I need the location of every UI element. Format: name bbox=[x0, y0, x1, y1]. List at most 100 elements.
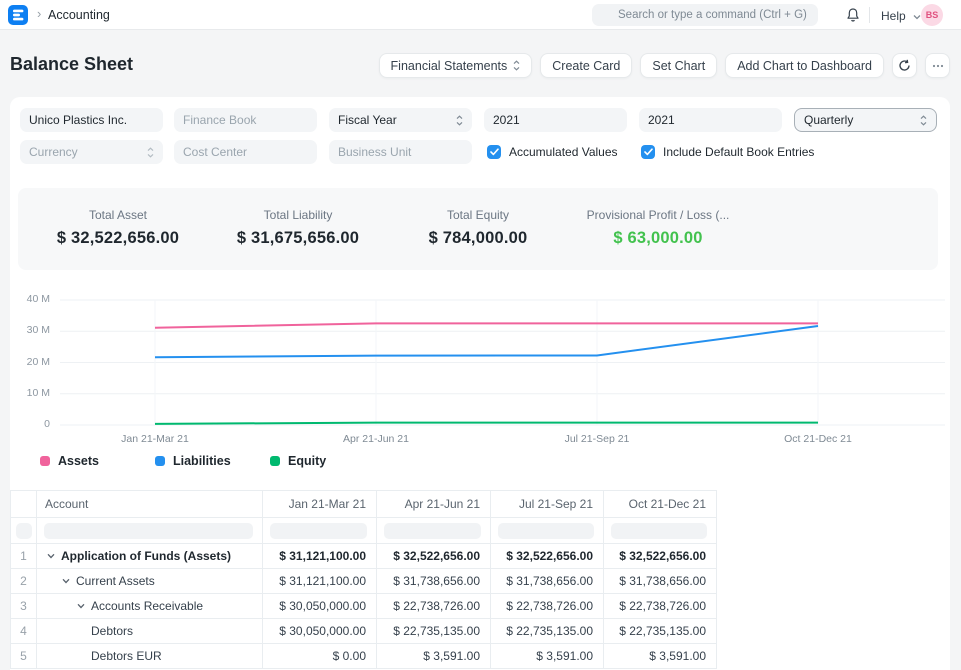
account-cell: Debtors EUR bbox=[37, 644, 263, 669]
period-basis-select[interactable]: Fiscal Year bbox=[329, 108, 472, 132]
table-row[interactable]: 3 Accounts Receivable $ 30,050,000.00 $ … bbox=[11, 594, 717, 619]
account-name: Application of Funds (Assets) bbox=[61, 549, 231, 563]
user-avatar[interactable]: BS bbox=[921, 4, 943, 26]
account-cell: Current Assets bbox=[37, 569, 263, 594]
value-cell: $ 31,121,100.00 bbox=[263, 569, 377, 594]
breadcrumb-chevron-icon: › bbox=[37, 6, 41, 21]
period-basis-value: Fiscal Year bbox=[338, 113, 456, 127]
legend-liabilities: Liabilities bbox=[155, 454, 231, 468]
value-cell: $ 22,735,135.00 bbox=[491, 619, 604, 644]
summary-total-asset: Total Asset $ 32,522,656.00 bbox=[28, 208, 208, 248]
account-cell: Application of Funds (Assets) bbox=[37, 544, 263, 569]
accumulated-values-checkbox[interactable]: Accumulated Values bbox=[487, 145, 618, 159]
select-arrows-icon bbox=[456, 115, 463, 126]
finance-book-filter[interactable] bbox=[174, 108, 317, 132]
financial-statements-select[interactable]: Financial Statements bbox=[379, 53, 533, 78]
account-name: Debtors EUR bbox=[91, 649, 162, 663]
financial-statements-label: Financial Statements bbox=[391, 59, 508, 73]
column-filter-input[interactable] bbox=[270, 523, 367, 539]
start-year-input[interactable] bbox=[493, 113, 618, 127]
summary-label: Total Liability bbox=[208, 208, 388, 222]
summary-value: $ 63,000.00 bbox=[568, 229, 748, 248]
summary-strip: Total Asset $ 32,522,656.00 Total Liabil… bbox=[18, 188, 938, 270]
value-cell: $ 0.00 bbox=[263, 644, 377, 669]
summary-value: $ 32,522,656.00 bbox=[28, 229, 208, 248]
end-year-filter[interactable] bbox=[639, 108, 782, 132]
cost-center-filter[interactable] bbox=[174, 140, 317, 164]
refresh-icon bbox=[898, 59, 911, 72]
value-cell: $ 22,735,135.00 bbox=[377, 619, 491, 644]
summary-value: $ 784,000.00 bbox=[388, 229, 568, 248]
chevron-down-icon bbox=[913, 14, 921, 20]
notifications-bell-icon[interactable] bbox=[845, 7, 861, 28]
include-default-book-entries-checkbox[interactable]: Include Default Book Entries bbox=[641, 145, 814, 159]
end-year-input[interactable] bbox=[648, 113, 773, 127]
column-header-q4[interactable]: Oct 21-Dec 21 bbox=[604, 491, 717, 518]
breadcrumb[interactable]: Accounting bbox=[48, 8, 110, 22]
column-header-q1[interactable]: Jan 21-Mar 21 bbox=[263, 491, 377, 518]
navbar-divider bbox=[869, 7, 870, 23]
column-filter-input[interactable] bbox=[384, 523, 481, 539]
add-chart-to-dashboard-button[interactable]: Add Chart to Dashboard bbox=[725, 53, 884, 78]
table-row[interactable]: 1 Application of Funds (Assets) $ 31,121… bbox=[11, 544, 717, 569]
summary-value: $ 31,675,656.00 bbox=[208, 229, 388, 248]
column-filter-input[interactable] bbox=[611, 523, 707, 539]
x-axis-tick: Jan 21-Mar 21 bbox=[75, 433, 235, 445]
value-cell: $ 30,050,000.00 bbox=[263, 594, 377, 619]
start-year-filter[interactable] bbox=[484, 108, 627, 132]
search-input[interactable] bbox=[592, 4, 818, 26]
finance-book-input[interactable] bbox=[183, 113, 308, 127]
table-row[interactable]: 2 Current Assets $ 31,121,100.00 $ 31,73… bbox=[11, 569, 717, 594]
table-row[interactable]: 4 Debtors $ 30,050,000.00 $ 22,735,135.0… bbox=[11, 619, 717, 644]
business-unit-filter[interactable] bbox=[329, 140, 472, 164]
value-cell: $ 3,591.00 bbox=[491, 644, 604, 669]
row-number: 2 bbox=[11, 569, 37, 594]
select-arrows-icon bbox=[920, 115, 927, 126]
help-menu[interactable]: Help bbox=[881, 9, 921, 23]
column-filter-input[interactable] bbox=[44, 523, 253, 539]
summary-provisional-profit: Provisional Profit / Loss (... $ 63,000.… bbox=[568, 208, 748, 248]
value-cell: $ 31,738,656.00 bbox=[491, 569, 604, 594]
column-filter-input[interactable] bbox=[498, 523, 594, 539]
cost-center-input[interactable] bbox=[183, 145, 308, 159]
collapse-chevron-icon[interactable] bbox=[47, 553, 55, 559]
filter-cell bbox=[377, 518, 491, 544]
balance-sheet-line-chart bbox=[10, 292, 950, 437]
collapse-chevron-icon[interactable] bbox=[77, 603, 85, 609]
report-card: Fiscal Year Quarterly Currency Ac bbox=[10, 97, 950, 670]
company-filter[interactable] bbox=[20, 108, 163, 132]
table-row[interactable]: 5 Debtors EUR $ 0.00 $ 3,591.00 $ 3,591.… bbox=[11, 644, 717, 669]
refresh-button[interactable] bbox=[892, 53, 917, 78]
periodicity-value: Quarterly bbox=[804, 113, 920, 127]
avatar-initials: BS bbox=[926, 10, 939, 20]
x-axis-tick: Apr 21-Jun 21 bbox=[296, 433, 456, 445]
value-cell: $ 31,738,656.00 bbox=[604, 569, 717, 594]
value-cell: $ 30,050,000.00 bbox=[263, 619, 377, 644]
checkbox-checked-icon bbox=[641, 145, 655, 159]
account-cell: Accounts Receivable bbox=[37, 594, 263, 619]
filter-cell bbox=[11, 518, 37, 544]
periodicity-select[interactable]: Quarterly bbox=[794, 108, 937, 132]
x-axis-tick: Jul 21-Sep 21 bbox=[517, 433, 677, 445]
set-chart-button[interactable]: Set Chart bbox=[640, 53, 717, 78]
collapse-chevron-icon[interactable] bbox=[62, 578, 70, 584]
business-unit-input[interactable] bbox=[338, 145, 463, 159]
value-cell: $ 31,121,100.00 bbox=[263, 544, 377, 569]
column-filter-input[interactable] bbox=[16, 523, 32, 539]
column-header-account[interactable]: Account bbox=[37, 491, 263, 518]
currency-select[interactable]: Currency bbox=[20, 140, 163, 164]
row-number: 1 bbox=[11, 544, 37, 569]
filter-cell bbox=[491, 518, 604, 544]
menu-ellipsis-button[interactable] bbox=[925, 53, 950, 78]
accumulated-values-label: Accumulated Values bbox=[509, 145, 618, 159]
summary-label: Provisional Profit / Loss (... bbox=[568, 208, 748, 222]
app-logo-icon[interactable] bbox=[8, 5, 28, 25]
value-cell: $ 22,738,726.00 bbox=[377, 594, 491, 619]
create-card-button[interactable]: Create Card bbox=[540, 53, 632, 78]
column-header-q2[interactable]: Apr 21-Jun 21 bbox=[377, 491, 491, 518]
top-navbar: › Accounting Help BS bbox=[0, 0, 961, 30]
account-name: Debtors bbox=[91, 624, 133, 638]
value-cell: $ 32,522,656.00 bbox=[604, 544, 717, 569]
company-input[interactable] bbox=[29, 113, 154, 127]
column-header-q3[interactable]: Jul 21-Sep 21 bbox=[491, 491, 604, 518]
